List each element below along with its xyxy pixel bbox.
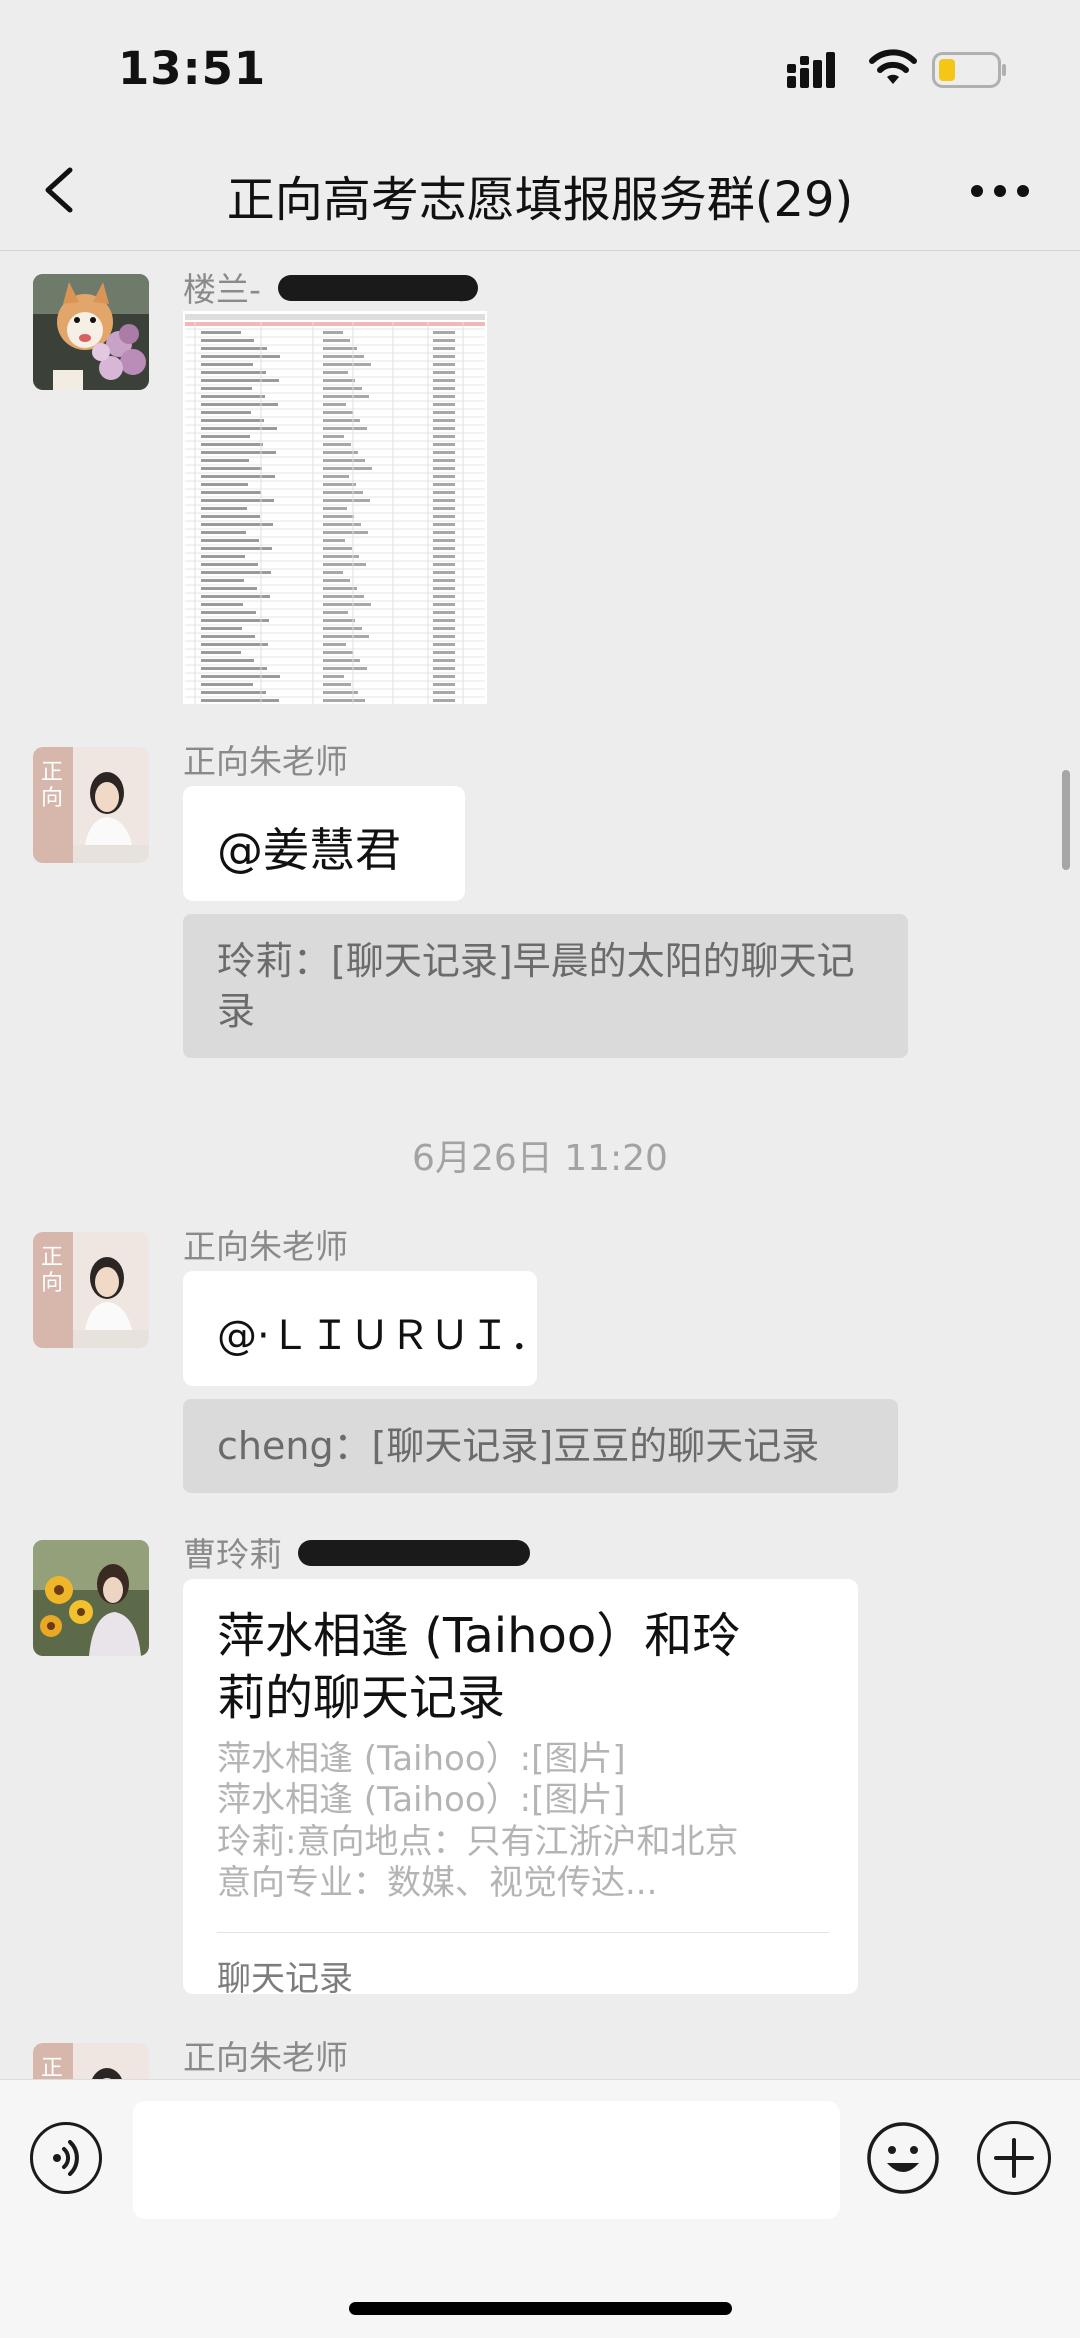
card-title: 萍水相逢 (Taihoo）和玲莉的聊天记录 (217, 1608, 741, 1726)
timestamp: 6月26日 11:20 (412, 1138, 668, 1179)
chat-area[interactable]: 楼兰-0 正 向 正向朱老师 @姜慧君 玲莉：[聊天记录]早晨的太阳的聊天记录 … (0, 251, 1080, 2079)
status-time: 13:51 (118, 42, 267, 95)
avatar-teacher-zhu[interactable]: 正 向 (33, 1232, 149, 1348)
card-divider (217, 1932, 829, 1933)
sender-name: 曹玲莉 (183, 1535, 282, 1574)
quote-text: cheng：[聊天记录]豆豆的聊天记录 (217, 1424, 820, 1468)
svg-text:向: 向 (41, 1271, 63, 1296)
sender-name: 正向朱老师 (183, 1227, 348, 1266)
avatar-teacher-zhu[interactable]: 正 (33, 2043, 149, 2079)
chat-record-card[interactable]: 萍水相逢 (Taihoo）和玲莉的聊天记录 萍水相逢 (Taihoo）:[图片]… (183, 1579, 858, 1999)
spreadsheet-image[interactable] (183, 311, 487, 704)
sender-name: 正向朱老师 (183, 742, 348, 781)
emoji-button[interactable] (866, 2121, 940, 2195)
voice-icon (53, 2140, 79, 2176)
quoted-message[interactable]: cheng：[聊天记录]豆豆的聊天记录 (183, 1399, 898, 1493)
redacted-scribble (298, 1540, 530, 1566)
spreadsheet-thumbnail (183, 311, 487, 704)
message-bubble[interactable]: @姜慧君 (183, 786, 465, 901)
message-text: @·ＬＩＵＲＵＩ． (217, 1313, 550, 1359)
redacted-scribble (278, 275, 478, 301)
svg-text:正: 正 (41, 760, 63, 785)
home-indicator (349, 2302, 732, 2315)
teacher-avatar-image: 正 (33, 2043, 149, 2079)
card-footer: 聊天记录 (217, 1959, 353, 1999)
card-preview-line: 意向专业：数媒、视觉传达... (217, 1863, 658, 1903)
quote-text: 玲莉：[聊天记录]早晨的太阳的聊天记录 (217, 939, 855, 1033)
message-bubble[interactable]: @·ＬＩＵＲＵＩ． (183, 1271, 550, 1386)
emoji-icon (867, 2122, 939, 2194)
teacher-avatar-image: 正 向 (33, 747, 149, 863)
svg-text:正: 正 (41, 1245, 63, 1270)
svg-text:正: 正 (41, 2056, 63, 2079)
corgi-avatar-image (33, 274, 149, 390)
wifi-icon (869, 49, 917, 84)
sunflower-avatar-image (33, 1540, 149, 1656)
voice-button[interactable] (30, 2122, 102, 2194)
sender-name: 正向朱老师 (183, 2038, 348, 2077)
more-dots-icon (971, 185, 1029, 197)
chat-title: 正向高考志愿填报服务群(29) (226, 172, 854, 228)
message-input[interactable] (133, 2101, 840, 2219)
avatar-loulan[interactable] (33, 274, 149, 390)
scroll-indicator[interactable] (1062, 770, 1070, 870)
avatar-teacher-zhu[interactable]: 正 向 (33, 747, 149, 863)
more-button[interactable] (960, 166, 1040, 216)
message-text: @姜慧君 (217, 823, 401, 877)
battery-icon (932, 52, 1006, 88)
plus-icon (994, 2138, 1034, 2178)
plus-button[interactable] (977, 2121, 1051, 2195)
teacher-avatar-image: 正 向 (33, 1232, 149, 1348)
svg-text:向: 向 (41, 786, 63, 811)
avatar-cao-lingli[interactable] (33, 1540, 149, 1656)
quoted-message[interactable]: 玲莉：[聊天记录]早晨的太阳的聊天记录 (183, 914, 908, 1058)
signal-icon (787, 52, 835, 88)
